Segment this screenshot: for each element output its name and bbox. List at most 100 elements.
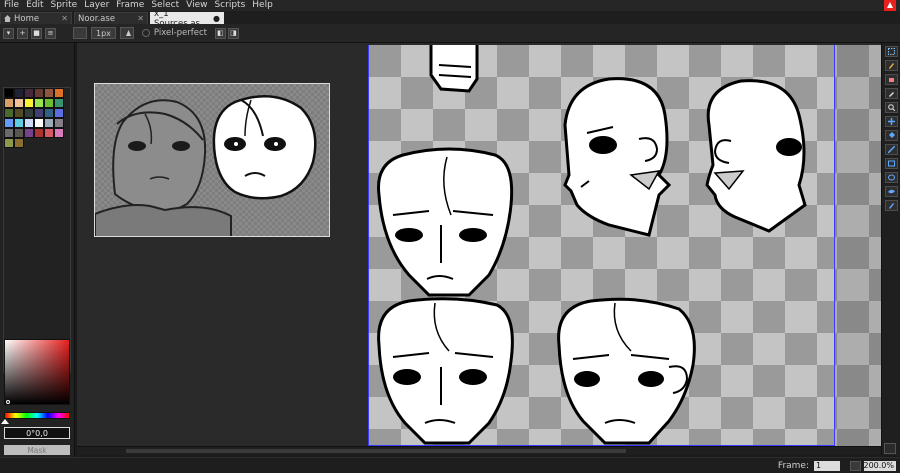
palette-swatch[interactable] [34, 128, 44, 138]
brush-size-field[interactable]: 1px [91, 27, 116, 39]
menu-bar: File Edit Sprite Layer Frame Select View… [0, 0, 900, 11]
rectangular-marquee-icon [888, 48, 895, 55]
tab-bar: Home ✕ Noor.ase ✕ x_1 Sources.as ● [0, 9, 900, 29]
palette-swatch[interactable] [54, 88, 64, 98]
color-value-field[interactable]: 0°0,0 [4, 427, 70, 439]
symmetry-options-button[interactable]: ◨ [227, 27, 239, 39]
palette-swatch[interactable] [24, 88, 34, 98]
palette-swatch[interactable] [54, 108, 64, 118]
pencil-icon [889, 63, 894, 69]
tab-sources[interactable]: x_1 Sources.as ● [150, 9, 224, 29]
color-panel: 0°0,0 Mask [0, 43, 75, 457]
palette-swatch[interactable] [34, 88, 44, 98]
palette-swatch[interactable] [14, 108, 24, 118]
hue-handle[interactable] [1, 419, 9, 424]
palette-swatch[interactable] [24, 128, 34, 138]
tab-home[interactable]: Home ✕ [0, 12, 72, 24]
palette-swatch[interactable] [24, 118, 34, 128]
eyedropper-tool[interactable] [885, 88, 898, 99]
palette-swatch[interactable] [4, 128, 14, 138]
line-tool[interactable] [885, 144, 898, 155]
sprite-artwork [377, 45, 807, 445]
palette-swatch[interactable] [34, 118, 44, 128]
workspace [77, 43, 881, 455]
zoom-icon [888, 104, 895, 111]
palette-swatch[interactable] [44, 118, 54, 128]
ellipse-tool[interactable] [885, 172, 898, 183]
ink-button[interactable] [119, 27, 134, 39]
pixel-perfect-checkbox[interactable] [141, 29, 150, 37]
picker-cursor[interactable] [6, 400, 10, 404]
contour-tool[interactable] [885, 186, 898, 197]
frame-input[interactable]: 1 [814, 460, 840, 471]
palette-swatch[interactable] [54, 118, 64, 128]
close-icon[interactable]: ✕ [61, 14, 68, 23]
timeline-toggle-button[interactable] [884, 443, 896, 454]
palette-swatch[interactable] [14, 88, 24, 98]
palette-swatch[interactable] [14, 98, 24, 108]
menu-frame[interactable]: Frame [112, 0, 147, 11]
zoom-button[interactable] [850, 460, 861, 471]
rectangle-icon [888, 160, 895, 167]
close-icon[interactable]: ✕ [137, 14, 144, 23]
paint-bucket-tool[interactable] [885, 130, 898, 141]
reference-preview[interactable] [94, 83, 330, 237]
zoom-input[interactable]: 200.0% [863, 460, 896, 471]
app-logo-icon [884, 0, 896, 11]
palette-swatch[interactable] [4, 118, 14, 128]
menu-edit[interactable]: Edit [22, 0, 46, 11]
palette-swatch[interactable] [14, 128, 24, 138]
menu-help[interactable]: Help [248, 0, 276, 11]
rectangle-tool[interactable] [885, 158, 898, 169]
eraser-icon [889, 78, 894, 82]
rectangular-marquee-tool[interactable] [885, 46, 898, 57]
brush-shape-button[interactable] [73, 27, 87, 39]
status-bar: Frame: 1 200.0% [0, 457, 900, 473]
hue-slider[interactable] [4, 412, 70, 419]
sprite-canvas[interactable] [368, 45, 835, 446]
ellipse-icon [888, 174, 895, 181]
menu-sprite[interactable]: Sprite [47, 0, 81, 11]
palette-swatch[interactable] [54, 128, 64, 138]
contour-icon [888, 189, 895, 194]
palette-swatch[interactable] [4, 138, 14, 148]
palette-options-button[interactable]: ▾ [3, 27, 14, 39]
horizontal-scrollbar[interactable] [77, 446, 881, 455]
tab-noor[interactable]: Noor.ase ✕ [74, 12, 148, 24]
palette-swatch[interactable] [44, 88, 54, 98]
palette-swatch[interactable] [34, 98, 44, 108]
eraser-tool[interactable] [885, 74, 898, 85]
symmetry-button[interactable]: ◧ [214, 27, 226, 39]
mask-button[interactable]: Mask [4, 445, 70, 455]
palette-mode-button[interactable]: ■ [31, 27, 42, 39]
palette-swatch[interactable] [54, 98, 64, 108]
paint-bucket-icon [889, 132, 895, 138]
scrollbar-thumb[interactable] [126, 449, 626, 453]
palette-grid [4, 88, 64, 148]
palette-menu-button[interactable]: ≡ [45, 27, 56, 39]
palette-swatch[interactable] [34, 108, 44, 118]
palette-swatch[interactable] [24, 108, 34, 118]
menu-file[interactable]: File [0, 0, 22, 11]
palette-swatch[interactable] [14, 138, 24, 148]
zoom-tool[interactable] [885, 102, 898, 113]
palette-swatch[interactable] [14, 118, 24, 128]
palette-swatch[interactable] [4, 108, 14, 118]
palette-swatch[interactable] [44, 108, 54, 118]
pixel-perfect-label: Pixel-perfect [153, 28, 207, 38]
palette-swatch[interactable] [4, 98, 14, 108]
move-tool[interactable] [885, 116, 898, 127]
palette-swatch[interactable] [44, 98, 54, 108]
color-picker-square[interactable] [4, 339, 70, 405]
menu-scripts[interactable]: Scripts [210, 0, 248, 11]
add-color-button[interactable]: + [17, 27, 28, 39]
palette-swatch[interactable] [4, 88, 14, 98]
home-icon [4, 15, 11, 22]
modified-dot-icon[interactable]: ● [213, 14, 220, 23]
menu-layer[interactable]: Layer [80, 0, 112, 11]
palette-swatch[interactable] [24, 98, 34, 108]
blur-tool[interactable] [885, 200, 898, 211]
palette-swatch[interactable] [44, 128, 54, 138]
pencil-tool[interactable] [885, 60, 898, 71]
tab-label: Noor.ase [78, 13, 116, 24]
